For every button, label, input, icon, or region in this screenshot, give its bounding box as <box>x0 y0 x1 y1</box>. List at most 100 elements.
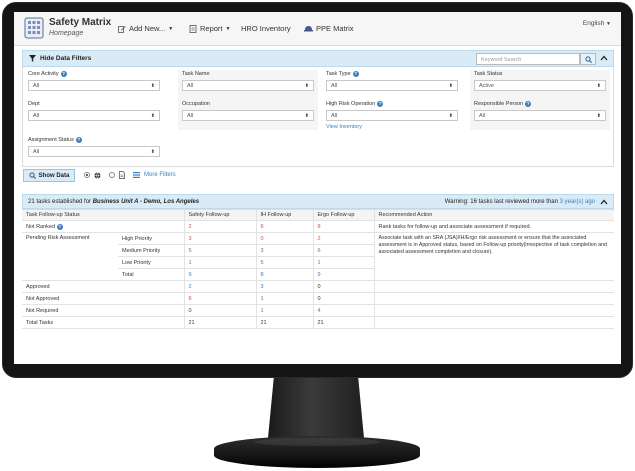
hide-filters-label: Hide Data Filters <box>40 55 92 62</box>
table-row: Not Approved 8 1 0 <box>22 292 614 305</box>
ppe-matrix-link[interactable]: PPE Matrix <box>304 24 354 33</box>
language-selector[interactable]: English ▼ <box>583 20 611 27</box>
more-filters-link[interactable]: More Filters <box>144 172 176 178</box>
show-data-button[interactable]: Show Data <box>23 169 75 182</box>
help-icon[interactable]: ? <box>60 71 67 77</box>
app-logo-icon <box>24 17 44 39</box>
total-tasks-ih: 21 <box>255 316 313 329</box>
task-type-label: Task Type <box>326 71 351 77</box>
low-ergo-link[interactable]: 1 <box>312 256 374 269</box>
monitor-stand-base <box>214 436 420 468</box>
monitor-stand-neck <box>268 378 364 438</box>
caret-down-icon: ▼ <box>168 25 174 32</box>
hide-filters-toggle[interactable]: Hide Data Filters <box>29 55 91 62</box>
high-safety-link[interactable]: 3 <box>183 232 256 245</box>
not-approved-ih-link[interactable]: 1 <box>255 292 313 305</box>
approved-ih-link[interactable]: 3 <box>255 280 313 293</box>
report-label: Report <box>200 24 223 33</box>
filters-header: Hide Data Filters Keyword Search <box>22 50 614 67</box>
not-ranked-safety-link[interactable]: 2 <box>183 220 256 233</box>
high-ih-link[interactable]: 0 <box>255 232 313 245</box>
help-icon[interactable]: ? <box>75 137 82 143</box>
table-row: Approved 2 3 0 <box>22 280 614 293</box>
occupation-select[interactable]: All ⬍ <box>182 110 314 121</box>
task-status-select[interactable]: Active ⬍ <box>474 80 606 91</box>
top-nav: Safety Matrix Homepage Add New... ▼ Repo… <box>14 12 621 46</box>
document-view-radio[interactable] <box>109 172 115 178</box>
pending-total-safety-link[interactable]: 9 <box>183 268 256 281</box>
high-risk-operation-filter: High Risk Operation? All ⬍ View Inventory <box>326 100 458 130</box>
not-ranked-ergo-link[interactable]: 8 <box>312 220 374 233</box>
dept-select[interactable]: All ⬍ <box>28 110 160 121</box>
low-safety-link[interactable]: 1 <box>183 256 256 269</box>
assignment-status-filter: Assignment Status? All ⬍ <box>28 136 160 157</box>
header-status: Task Follow-up Status <box>22 209 184 221</box>
high-risk-operation-select[interactable]: All ⬍ <box>326 110 458 121</box>
pending-total-ergo-link[interactable]: 9 <box>312 268 374 281</box>
total-tasks-safety: 21 <box>183 316 256 329</box>
task-name-label: Task Name <box>182 71 210 77</box>
warning-years-link[interactable]: 3 year(s) ago <box>560 199 595 205</box>
table-row: Total Tasks 21 21 21 <box>22 316 614 329</box>
search-button[interactable] <box>580 53 596 65</box>
report-icon <box>189 24 197 33</box>
responsible-person-select[interactable]: All ⬍ <box>474 110 606 121</box>
low-priority-label: Low Priority <box>118 256 184 269</box>
view-inventory-link[interactable]: View Inventory <box>326 124 458 130</box>
globe-view-radio[interactable] <box>84 172 90 178</box>
hro-inventory-link[interactable]: HRO Inventory <box>241 24 291 33</box>
not-required-ergo-link[interactable]: 4 <box>312 304 374 317</box>
approved-ergo: 0 <box>312 280 374 293</box>
app-title: Safety Matrix <box>49 17 112 28</box>
language-label: English <box>582 20 605 27</box>
responsible-person-filter: Responsible Person? All ⬍ <box>474 100 606 121</box>
globe-icon <box>94 171 101 179</box>
pending-action: Associate task with an SRA (JSA)/IH/Ergo… <box>373 232 614 281</box>
high-ergo-link[interactable]: 2 <box>312 232 374 245</box>
not-required-action <box>373 304 614 317</box>
add-new-menu[interactable]: Add New... ▼ <box>118 24 173 33</box>
collapse-filters-icon[interactable] <box>600 55 608 61</box>
caret-down-icon: ▼ <box>225 25 231 32</box>
follow-up-table: Task Follow-up Status Safety Follow-up I… <box>22 209 614 329</box>
help-icon[interactable]: ? <box>56 223 63 230</box>
not-required-ih-link[interactable]: 1 <box>255 304 313 317</box>
high-risk-operation-value: All <box>331 113 338 119</box>
approved-action <box>373 280 614 293</box>
help-icon[interactable]: ? <box>352 71 359 77</box>
medium-safety-link[interactable]: 5 <box>183 244 256 257</box>
collapse-results-icon[interactable] <box>600 199 608 205</box>
help-icon[interactable]: ? <box>525 101 532 107</box>
edit-icon <box>118 25 126 33</box>
pending-total-ih-link[interactable]: 8 <box>255 268 313 281</box>
task-type-select[interactable]: All ⬍ <box>326 80 458 91</box>
core-activity-value: All <box>33 83 40 89</box>
medium-ergo-link[interactable]: 6 <box>312 244 374 257</box>
header-ih: IH Follow-up <box>255 209 313 221</box>
approved-safety-link[interactable]: 2 <box>183 280 256 293</box>
medium-priority-label: Medium Priority <box>118 244 184 257</box>
table-row: Pending Risk Assessment High Priority 3 … <box>22 232 614 281</box>
add-new-label: Add New... <box>129 24 166 33</box>
medium-ih-link[interactable]: 3 <box>255 244 313 257</box>
task-status-label: Task Status <box>474 71 503 77</box>
high-risk-operation-label: High Risk Operation <box>326 101 376 107</box>
hro-inventory-label: HRO Inventory <box>241 24 291 33</box>
keyword-search-input[interactable]: Keyword Search <box>476 53 580 65</box>
total-tasks-ergo: 21 <box>312 316 374 329</box>
not-ranked-ih-link[interactable]: 8 <box>255 220 313 233</box>
assignment-status-select[interactable]: All ⬍ <box>28 146 160 157</box>
task-name-select[interactable]: All ⬍ <box>182 80 314 91</box>
not-ranked-label: Not Ranked <box>26 223 56 230</box>
view-options: More Filters <box>84 171 176 179</box>
caret-down-icon: ▼ <box>606 21 611 27</box>
business-unit-name: Business Unit A - Demo, Los Angeles <box>92 199 200 205</box>
report-menu[interactable]: Report ▼ <box>189 24 230 33</box>
low-ih-link[interactable]: 5 <box>255 256 313 269</box>
core-activity-select[interactable]: All ⬍ <box>28 80 160 91</box>
list-icon <box>133 172 140 178</box>
help-icon[interactable]: ? <box>377 101 384 107</box>
not-ranked-action: Rank tasks for follow-up and associate a… <box>373 220 614 233</box>
not-approved-safety-link[interactable]: 8 <box>183 292 256 305</box>
review-warning: Warning: 16 tasks last reviewed more tha… <box>445 199 595 205</box>
